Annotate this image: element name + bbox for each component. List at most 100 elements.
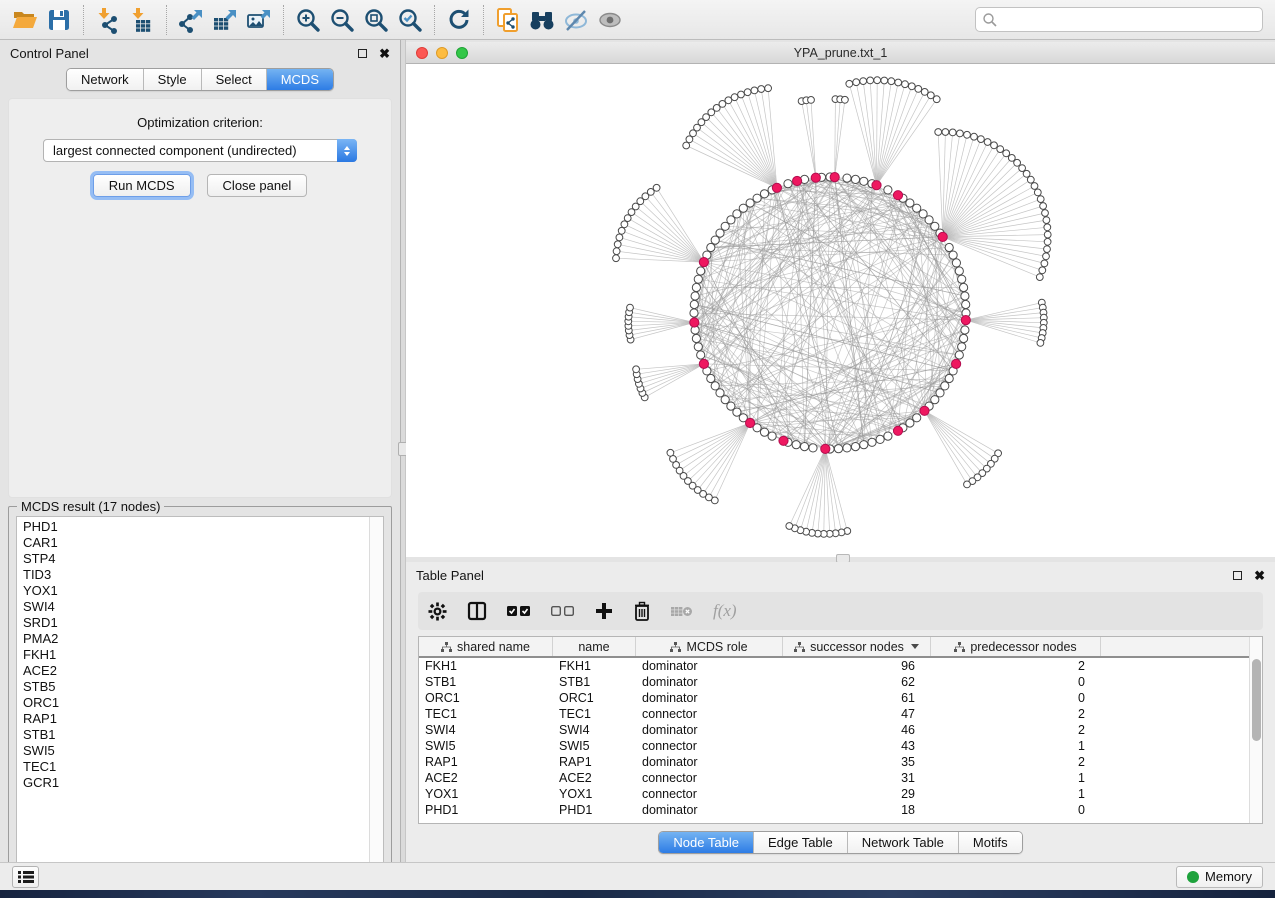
table-cell[interactable]: 61: [783, 691, 931, 705]
export-image-icon[interactable]: [242, 4, 276, 36]
mcds-result-node[interactable]: FKH1: [23, 647, 369, 663]
table-row[interactable]: PHD1PHD1dominator180: [419, 802, 1262, 818]
table-cell[interactable]: 1: [931, 771, 1101, 785]
save-session-icon[interactable]: [42, 4, 76, 36]
mcds-result-node[interactable]: ORC1: [23, 695, 369, 711]
table-cell[interactable]: 43: [783, 739, 931, 753]
export-table-icon[interactable]: [208, 4, 242, 36]
table-cell[interactable]: STB1: [419, 675, 553, 689]
mcds-result-node[interactable]: RAP1: [23, 711, 369, 727]
mcds-result-node[interactable]: SWI5: [23, 743, 369, 759]
column-header-predecessor-nodes[interactable]: predecessor nodes: [931, 637, 1101, 656]
mcds-result-node[interactable]: STP4: [23, 551, 369, 567]
table-row[interactable]: STB1STB1dominator620: [419, 674, 1262, 690]
table-cell[interactable]: 2: [931, 755, 1101, 769]
mcds-result-node[interactable]: SWI4: [23, 599, 369, 615]
table-cell[interactable]: dominator: [636, 675, 783, 689]
network-search-box[interactable]: [975, 7, 1263, 32]
table-cell[interactable]: STB1: [553, 675, 636, 689]
tab-mcds[interactable]: MCDS: [267, 69, 333, 90]
column-layout-icon[interactable]: [467, 601, 487, 621]
refresh-view-icon[interactable]: [442, 4, 476, 36]
mcds-result-node[interactable]: GCR1: [23, 775, 369, 791]
mcds-result-node[interactable]: PMA2: [23, 631, 369, 647]
run-mcds-button[interactable]: Run MCDS: [93, 174, 191, 197]
table-cell[interactable]: ACE2: [419, 771, 553, 785]
table-cell[interactable]: RAP1: [553, 755, 636, 769]
mcds-result-node[interactable]: TEC1: [23, 759, 369, 775]
zoom-selected-icon[interactable]: [393, 4, 427, 36]
show-all-icon[interactable]: [593, 4, 627, 36]
table-scrollbar[interactable]: [1249, 637, 1262, 823]
table-cell[interactable]: TEC1: [419, 707, 553, 721]
table-cell[interactable]: YOX1: [419, 787, 553, 801]
table-cell[interactable]: dominator: [636, 691, 783, 705]
table-cell[interactable]: PHD1: [419, 803, 553, 817]
zoom-in-icon[interactable]: [291, 4, 325, 36]
table-cell[interactable]: 96: [783, 659, 931, 673]
mcds-result-node[interactable]: ACE2: [23, 663, 369, 679]
open-file-icon[interactable]: [8, 4, 42, 36]
table-row[interactable]: FKH1FKH1dominator962: [419, 658, 1262, 674]
mcds-result-node[interactable]: SRD1: [23, 615, 369, 631]
table-cell[interactable]: ACE2: [553, 771, 636, 785]
table-cell[interactable]: SWI4: [553, 723, 636, 737]
mcds-result-list[interactable]: PHD1CAR1STP4TID3YOX1SWI4SRD1PMA2FKH1ACE2…: [16, 516, 384, 870]
close-panel-icon[interactable]: ✖: [1254, 569, 1265, 582]
table-cell[interactable]: PHD1: [553, 803, 636, 817]
delete-column-icon[interactable]: [633, 601, 651, 621]
table-cell[interactable]: 35: [783, 755, 931, 769]
tab-style[interactable]: Style: [144, 69, 202, 90]
table-cell[interactable]: 1: [931, 739, 1101, 753]
list-scrollbar[interactable]: [369, 517, 383, 869]
tab-network-table[interactable]: Network Table: [848, 832, 959, 853]
mcds-result-node[interactable]: STB5: [23, 679, 369, 695]
table-row[interactable]: ACE2ACE2connector311: [419, 770, 1262, 786]
column-header-name[interactable]: name: [553, 637, 636, 656]
table-cell[interactable]: ORC1: [553, 691, 636, 705]
table-cell[interactable]: dominator: [636, 755, 783, 769]
table-cell[interactable]: connector: [636, 787, 783, 801]
mcds-result-node[interactable]: PHD1: [23, 519, 369, 535]
table-row[interactable]: ORC1ORC1dominator610: [419, 690, 1262, 706]
select-all-icon[interactable]: [507, 605, 531, 617]
table-cell[interactable]: 0: [931, 803, 1101, 817]
table-cell[interactable]: 31: [783, 771, 931, 785]
table-row[interactable]: YOX1YOX1connector291: [419, 786, 1262, 802]
table-cell[interactable]: 46: [783, 723, 931, 737]
table-row[interactable]: SWI4SWI4dominator462: [419, 722, 1262, 738]
column-header-successor-nodes[interactable]: successor nodes: [783, 637, 931, 656]
search-network-icon[interactable]: [525, 4, 559, 36]
column-header-MCDS-role[interactable]: MCDS role: [636, 637, 783, 656]
table-cell[interactable]: 0: [931, 675, 1101, 689]
table-cell[interactable]: 0: [931, 691, 1101, 705]
export-network-icon[interactable]: [174, 4, 208, 36]
table-row[interactable]: RAP1RAP1dominator352: [419, 754, 1262, 770]
table-row[interactable]: TEC1TEC1connector472: [419, 706, 1262, 722]
table-cell[interactable]: connector: [636, 739, 783, 753]
table-cell[interactable]: 2: [931, 707, 1101, 721]
table-cell[interactable]: dominator: [636, 803, 783, 817]
close-panel-icon[interactable]: ✖: [379, 47, 390, 60]
add-column-icon[interactable]: [595, 602, 613, 620]
table-cell[interactable]: connector: [636, 771, 783, 785]
table-cell[interactable]: SWI5: [553, 739, 636, 753]
table-cell[interactable]: 29: [783, 787, 931, 801]
table-cell[interactable]: 62: [783, 675, 931, 689]
float-panel-icon[interactable]: [1233, 571, 1242, 580]
import-network-icon[interactable]: [91, 4, 125, 36]
tab-select[interactable]: Select: [202, 69, 267, 90]
zoom-fit-icon[interactable]: [359, 4, 393, 36]
hide-selected-icon[interactable]: [559, 4, 593, 36]
tab-node-table[interactable]: Node Table: [659, 832, 754, 853]
float-panel-icon[interactable]: [358, 49, 367, 58]
memory-button[interactable]: Memory: [1176, 866, 1263, 888]
table-cell[interactable]: 2: [931, 723, 1101, 737]
tab-network[interactable]: Network: [67, 69, 144, 90]
mcds-result-node[interactable]: TID3: [23, 567, 369, 583]
tab-edge-table[interactable]: Edge Table: [754, 832, 848, 853]
table-cell[interactable]: 1: [931, 787, 1101, 801]
network-graph[interactable]: [406, 64, 1275, 557]
node-table[interactable]: shared namenameMCDS rolesuccessor nodesp…: [418, 636, 1263, 824]
clone-network-icon[interactable]: [491, 4, 525, 36]
